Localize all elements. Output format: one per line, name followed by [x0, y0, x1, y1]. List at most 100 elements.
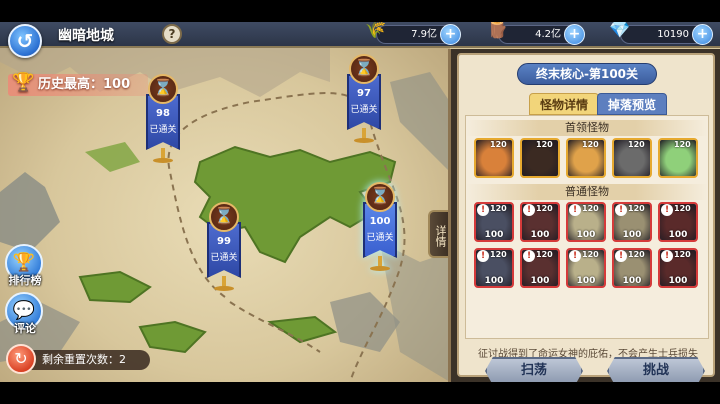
resource-wheat: 🌾 7.9亿 +	[365, 22, 461, 45]
rank-mark-icon: !	[615, 250, 627, 262]
reset-button[interactable]: ↻	[6, 344, 36, 374]
normal-section-header: 普通怪物	[466, 184, 708, 200]
diamond-icon: 💎	[609, 22, 631, 40]
monster-level: 120	[582, 140, 599, 149]
monster-level: 120	[674, 250, 691, 259]
normal-monster-card[interactable]: ! 120 100	[566, 248, 606, 288]
trophy-icon: 🏆	[12, 252, 36, 273]
hourglass-icon: ⌛	[148, 74, 178, 104]
trophy-icon: 🏆	[12, 72, 35, 93]
monster-level: 120	[536, 140, 553, 149]
flag-base	[214, 286, 234, 291]
flag-level: 100	[369, 216, 391, 227]
monster-level: 120	[490, 140, 507, 149]
rank-mark-icon: !	[661, 250, 673, 262]
back-button[interactable]: ↺	[8, 24, 42, 58]
top-bar: 幽暗地城 ? 🌾 7.9亿 + 🪵 4.2亿 + 💎 10190 +	[0, 22, 720, 48]
boss-monster-card[interactable]: 120	[566, 138, 606, 178]
flag-level: 97	[357, 88, 371, 99]
help-button[interactable]: ?	[162, 24, 182, 44]
wheat-amount: 7.9亿	[411, 29, 437, 40]
monster-level: 120	[536, 250, 553, 259]
normal-monster-card[interactable]: ! 120 100	[474, 248, 514, 288]
monster-count: 100	[668, 276, 688, 286]
normal-monster-card[interactable]: ! 120 100	[520, 248, 560, 288]
resource-wood: 🪵 4.2亿 +	[487, 22, 585, 45]
normal-monster-card[interactable]: ! 120 100	[658, 248, 698, 288]
wheat-icon: 🌾	[365, 22, 387, 40]
sweep-button[interactable]: 扫荡	[485, 357, 583, 382]
rank-mark-icon: !	[523, 250, 535, 262]
monster-level: 120	[582, 204, 599, 213]
boss-monster-card[interactable]: 120	[658, 138, 698, 178]
flag-status: 已通关	[149, 125, 177, 135]
monster-count: 100	[484, 276, 504, 286]
flag-level: 98	[156, 108, 170, 119]
stage-title: 终末核心-第100关	[517, 63, 657, 85]
flag-base	[370, 266, 390, 271]
rank-mark-icon	[615, 140, 627, 152]
tab-monster-details[interactable]: 怪物详情	[529, 93, 600, 115]
monster-count: 100	[530, 230, 550, 240]
flag-status: 已通关	[366, 233, 394, 243]
hourglass-icon: ⌛	[209, 202, 239, 232]
letterbox-bottom	[0, 382, 720, 404]
rank-mark-icon	[523, 140, 535, 152]
hourglass-icon: ⌛	[365, 182, 395, 212]
boss-section-header: 首领怪物	[466, 120, 708, 136]
boss-monster-card[interactable]: 120	[612, 138, 652, 178]
boss-monster-card[interactable]: 120	[474, 138, 514, 178]
monster-level: 120	[674, 204, 691, 213]
rank-mark-icon	[569, 140, 581, 152]
dungeon-map[interactable]: 🏆 历史最高：100 ⌛ 97 已通关 ⌛ 98 已通关 ⌛ 99 已通关 ⌛ …	[0, 22, 450, 382]
diamond-amount: 10190	[657, 29, 689, 40]
flag-status: 已通关	[350, 105, 378, 115]
rank-mark-icon: !	[523, 204, 535, 216]
rank-mark-icon: !	[661, 204, 673, 216]
normal-monster-card[interactable]: ! 120 100	[612, 202, 652, 242]
details-tab[interactable]: 详情	[428, 210, 448, 258]
monster-count: 100	[576, 230, 596, 240]
hourglass-icon: ⌛	[349, 54, 379, 84]
add-wheat-button[interactable]: +	[440, 24, 461, 45]
leaderboard-label: 排行榜	[8, 274, 42, 287]
tab-drop-preview[interactable]: 掉落预览	[597, 93, 668, 115]
wood-icon: 🪵	[487, 22, 509, 40]
monster-count: 100	[530, 276, 550, 286]
monster-level: 120	[628, 204, 645, 213]
page-title: 幽暗地城	[58, 28, 114, 44]
highest-record: 🏆 历史最高：100	[8, 72, 149, 96]
monster-count: 100	[668, 230, 688, 240]
monster-count: 100	[484, 230, 504, 240]
flag-base	[354, 138, 374, 143]
chat-bubble-icon: 💬	[12, 300, 36, 321]
normal-monster-card[interactable]: ! 120 100	[474, 202, 514, 242]
rank-mark-icon	[477, 140, 489, 152]
challenge-button[interactable]: 挑战	[607, 357, 705, 382]
normal-monster-card[interactable]: ! 120 100	[658, 202, 698, 242]
monster-count: 100	[576, 276, 596, 286]
boss-monster-card[interactable]: 120	[520, 138, 560, 178]
record-label: 历史最高：100	[38, 77, 131, 92]
flag-status: 已通关	[210, 253, 238, 263]
monster-level: 120	[582, 250, 599, 259]
add-diamond-button[interactable]: +	[692, 24, 713, 45]
monster-level: 120	[490, 250, 507, 259]
monster-level: 120	[536, 204, 553, 213]
wood-amount: 4.2亿	[535, 29, 561, 40]
comments-label: 评论	[14, 322, 36, 335]
rank-mark-icon	[661, 140, 673, 152]
monster-count: 100	[622, 276, 642, 286]
normal-monster-card[interactable]: ! 120 100	[566, 202, 606, 242]
normal-monster-card[interactable]: ! 120 100	[520, 202, 560, 242]
monster-list: 首领怪物 120 120 120 120 120 普通怪物 ! 120 100! 120 100…	[465, 115, 709, 339]
back-arrow-icon: ↺	[16, 29, 34, 53]
reset-count: 剩余重置次数：2	[26, 350, 150, 370]
flag-base	[153, 158, 173, 163]
rank-mark-icon: !	[477, 250, 489, 262]
resource-diamond: 💎 10190 +	[609, 22, 713, 45]
normal-monster-card[interactable]: ! 120 100	[612, 248, 652, 288]
rank-mark-icon: !	[569, 204, 581, 216]
monster-level: 120	[628, 140, 645, 149]
add-wood-button[interactable]: +	[564, 24, 585, 45]
